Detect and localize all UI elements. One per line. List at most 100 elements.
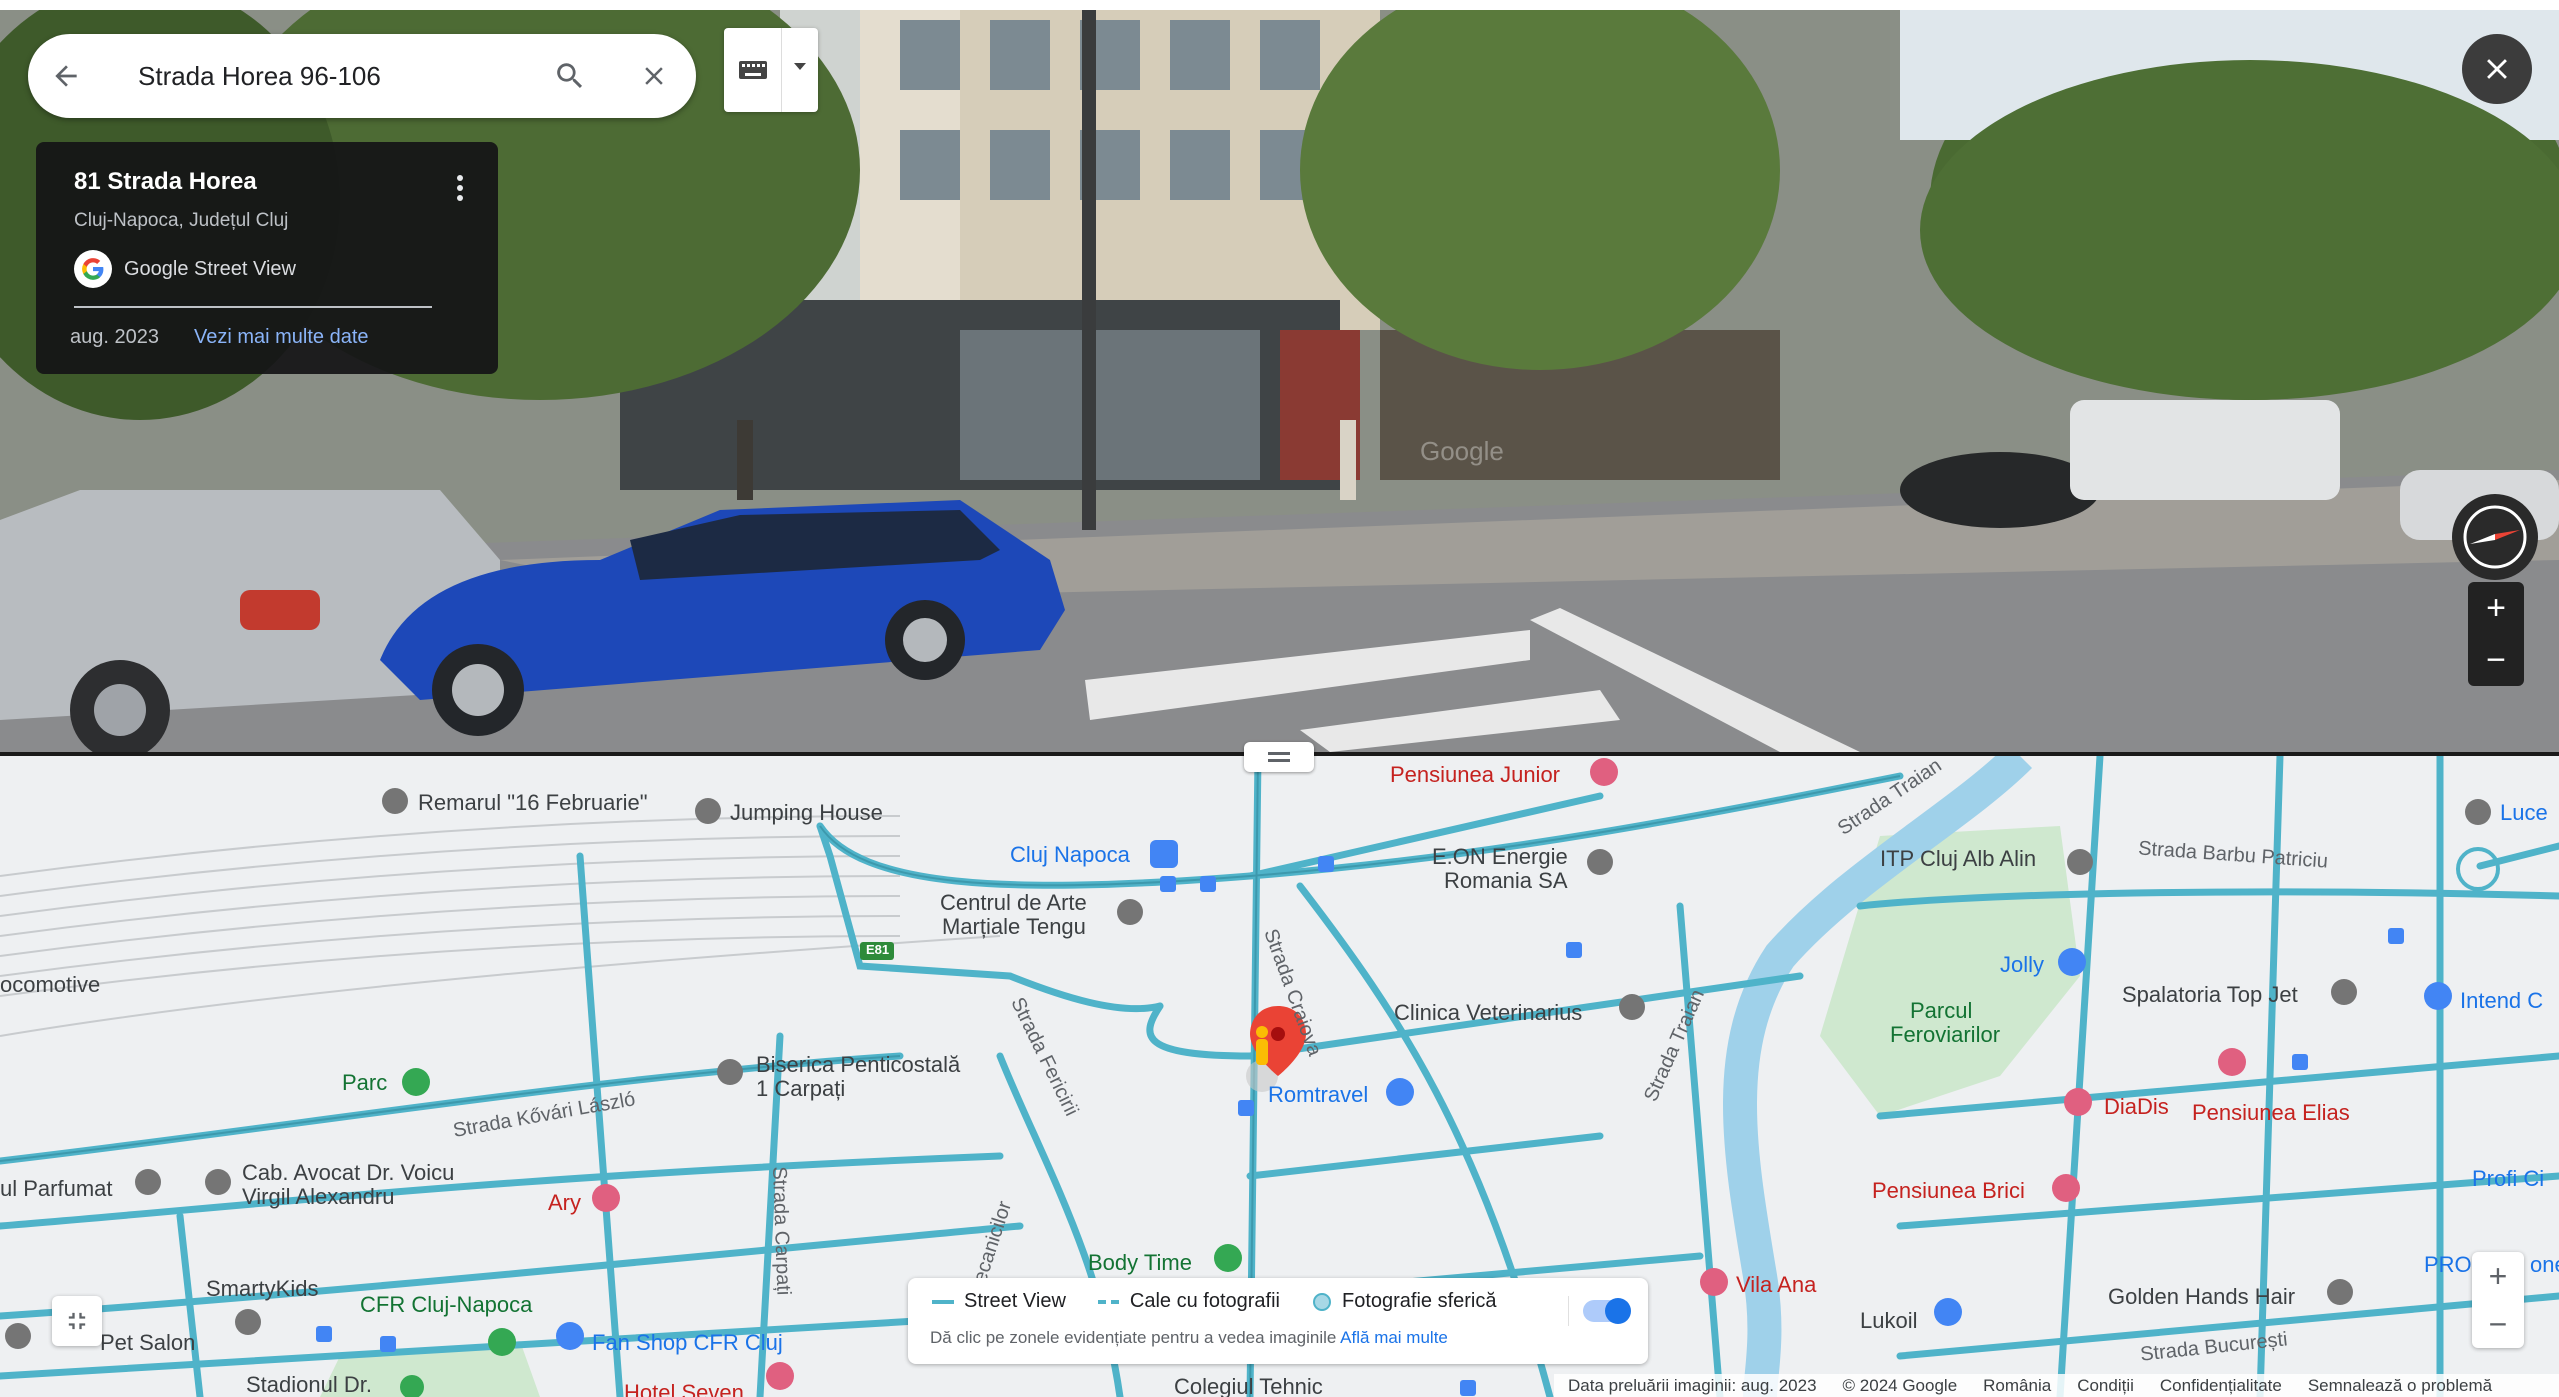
- poi-label[interactable]: ITP Cluj Alb Alin: [1880, 846, 2036, 872]
- compass-icon[interactable]: [2452, 494, 2538, 580]
- poi-label[interactable]: Body Time: [1088, 1250, 1192, 1276]
- address-title: 81 Strada Horea: [74, 168, 257, 195]
- poi-label[interactable]: Lukoil: [1860, 1308, 1917, 1334]
- source-label: Google Street View: [124, 257, 296, 280]
- poi-label[interactable]: Romtravel: [1268, 1082, 1368, 1108]
- capture-date-text: Data preluării imaginii: aug. 2023: [1568, 1375, 1817, 1395]
- minus-icon[interactable]: −: [2472, 1300, 2524, 1348]
- privacy-link[interactable]: Confidențialitate: [2160, 1376, 2282, 1396]
- legend-spherical: Fotografie sferică: [1312, 1290, 1497, 1313]
- legend-photo-path: Cale cu fotografii: [1097, 1290, 1280, 1313]
- poi-label[interactable]: ocomotive: [0, 972, 100, 998]
- poi-label[interactable]: Parc: [342, 1070, 387, 1096]
- poi-label[interactable]: Feroviarilor: [1890, 1022, 2000, 1048]
- street-view-legend: Street View Cale cu fotografii Fotografi…: [908, 1278, 1648, 1364]
- poi-label[interactable]: Hotel Seven: [624, 1380, 744, 1397]
- plus-icon[interactable]: +: [2468, 582, 2524, 634]
- toggle-track: [1583, 1298, 1631, 1324]
- minus-icon[interactable]: −: [2468, 634, 2524, 686]
- divider: [74, 306, 432, 308]
- search-input[interactable]: Strada Horea 96-106: [104, 61, 528, 92]
- poi-label[interactable]: Intend C: [2460, 988, 2543, 1014]
- poi-label[interactable]: Stadionul Dr.: [246, 1372, 372, 1397]
- source-row: Google Street View: [74, 250, 296, 288]
- street-view-panorama[interactable]: Google Strada Horea 96-106 81 Strada Hor…: [0, 0, 2559, 752]
- poi-label[interactable]: Colegiul Tehnic: [1174, 1374, 1323, 1397]
- google-watermark: Google: [1420, 436, 1504, 466]
- poi-label[interactable]: CFR Cluj-Napoca: [360, 1292, 532, 1318]
- poi-label[interactable]: Marțiale Tengu: [942, 914, 1086, 940]
- poi-label[interactable]: Vila Ana: [1736, 1272, 1816, 1298]
- dot-swatch-icon: [1312, 1292, 1331, 1311]
- top-edge: [0, 0, 2559, 10]
- panorama-zoom-control: + −: [2468, 582, 2524, 686]
- poi-label[interactable]: Parcul: [1910, 998, 1972, 1024]
- poi-label[interactable]: PRO: [2424, 1252, 2472, 1278]
- poi-label[interactable]: Ary: [548, 1190, 581, 1216]
- back-arrow-icon[interactable]: [28, 34, 104, 118]
- street-label: Strada Carpați: [768, 1166, 795, 1296]
- toggle-knob: [1605, 1298, 1631, 1324]
- keyboard-icon[interactable]: [724, 28, 782, 112]
- location-info-card: 81 Strada Horea Cluj-Napoca, Județul Clu…: [36, 142, 498, 374]
- poi-label[interactable]: Clinica Veterinarius: [1394, 1000, 1582, 1026]
- legend-label: Fotografie sferică: [1341, 1290, 1497, 1312]
- legend-hint: Dă clic pe zonele evidențiate pentru a v…: [930, 1328, 1448, 1348]
- report-problem-link[interactable]: Semnalează o problemă: [2308, 1376, 2492, 1396]
- close-street-view-button[interactable]: [2462, 34, 2532, 104]
- poi-label[interactable]: Cab. Avocat Dr. Voicu: [242, 1160, 454, 1186]
- poi-label[interactable]: Virgil Alexandru: [242, 1184, 394, 1210]
- line-swatch-icon: [932, 1299, 954, 1304]
- capture-date: aug. 2023: [70, 326, 159, 348]
- pegman-icon: [1256, 1026, 1268, 1065]
- poi-label[interactable]: Biserica Penticostală: [756, 1052, 960, 1078]
- caret-down-icon[interactable]: [782, 28, 818, 112]
- map-footer: Data preluării imaginii: aug. 2023 © 202…: [1554, 1374, 2559, 1397]
- poi-label[interactable]: Golden Hands Hair: [2108, 1284, 2295, 1310]
- poi-label[interactable]: Jolly: [2000, 952, 2044, 978]
- search-icon[interactable]: [528, 34, 612, 118]
- collapse-icon[interactable]: [52, 1296, 102, 1346]
- map-view[interactable]: Remarul "16 Februarie" Jumping House Pen…: [0, 756, 2559, 1397]
- copyright-text: © 2024 Google: [1842, 1375, 1958, 1395]
- more-vert-icon[interactable]: [440, 168, 480, 208]
- poi-label[interactable]: Remarul "16 Februarie": [418, 790, 648, 816]
- poi-label[interactable]: Pensiunea Elias: [2192, 1100, 2350, 1126]
- poi-label[interactable]: Jumping House: [730, 800, 883, 826]
- dashed-line-icon: [1097, 1299, 1119, 1304]
- plus-icon[interactable]: +: [2472, 1252, 2524, 1300]
- country-link[interactable]: România: [1983, 1376, 2051, 1396]
- poi-label[interactable]: Centrul de Arte: [940, 890, 1087, 916]
- terms-link[interactable]: Condiții: [2077, 1376, 2134, 1396]
- input-tools: [724, 28, 818, 112]
- poi-label[interactable]: Pensiunea Junior: [1390, 762, 1560, 788]
- poi-label[interactable]: Romania SA: [1444, 868, 1568, 894]
- poi-label[interactable]: E.ON Energie: [1432, 844, 1568, 870]
- poi-label[interactable]: ul Parfumat: [0, 1176, 113, 1202]
- see-more-dates-link[interactable]: Vezi mai multe date: [194, 326, 369, 349]
- poi-label[interactable]: Luce: [2500, 800, 2548, 826]
- poi-label[interactable]: Pensiunea Brici: [1872, 1178, 2025, 1204]
- hint-text: Dă clic pe zonele evidențiate pentru a v…: [930, 1328, 1337, 1347]
- legend-street-view: Street View: [932, 1290, 1066, 1313]
- highway-shield: E81: [866, 942, 890, 957]
- poi-label[interactable]: Spalatoria Top Jet: [2122, 982, 2298, 1008]
- poi-label[interactable]: DiaDis: [2104, 1094, 2169, 1120]
- learn-more-link[interactable]: Află mai multe: [1340, 1328, 1448, 1347]
- coverage-toggle[interactable]: [1568, 1296, 1632, 1326]
- legend-items: Street View Cale cu fotografii Fotografi…: [932, 1290, 1497, 1313]
- poi-label[interactable]: SmartyKids: [206, 1276, 318, 1302]
- legend-label: Street View: [964, 1290, 1066, 1312]
- google-g-icon: [74, 250, 112, 288]
- poi-label[interactable]: Fan Shop CFR Cluj: [592, 1330, 783, 1356]
- poi-label[interactable]: 1 Carpați: [756, 1076, 845, 1102]
- poi-label[interactable]: Profi Ci: [2472, 1166, 2544, 1192]
- poi-label[interactable]: Pet Salon: [100, 1330, 195, 1356]
- close-icon[interactable]: [612, 34, 696, 118]
- split-drag-handle[interactable]: [1244, 742, 1314, 772]
- poi-label[interactable]: Cluj Napoca: [1010, 842, 1130, 868]
- search-box: Strada Horea 96-106: [28, 34, 696, 118]
- legend-label: Cale cu fotografii: [1129, 1290, 1280, 1312]
- poi-label[interactable]: one: [2530, 1252, 2559, 1278]
- map-zoom-control: + −: [2472, 1252, 2524, 1348]
